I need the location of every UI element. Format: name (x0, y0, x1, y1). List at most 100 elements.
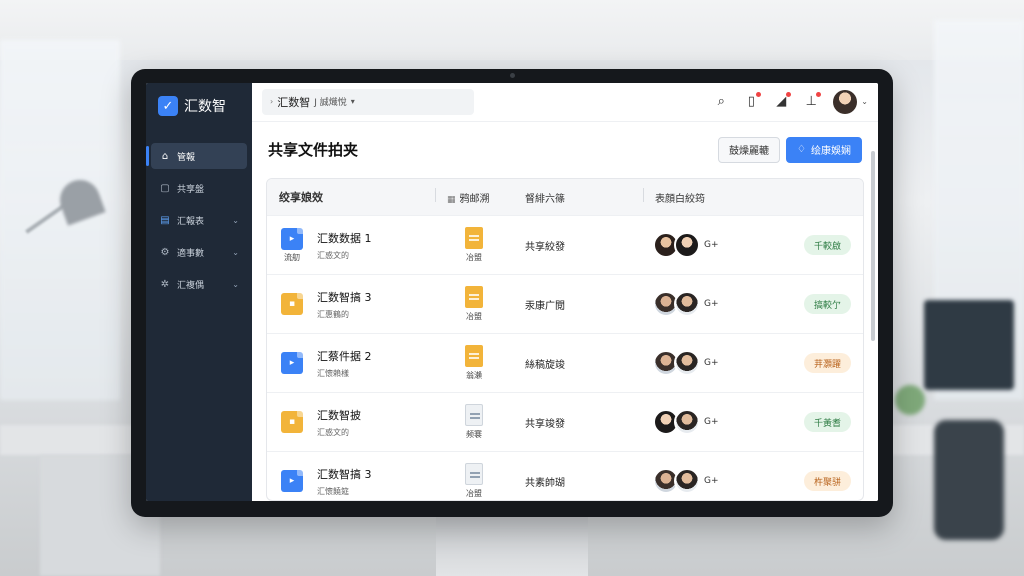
megaphone-icon[interactable]: ◢ (773, 92, 792, 109)
file-icon: ▪ (281, 411, 303, 434)
chevron-down-icon: ⌄ (232, 215, 239, 225)
file-name-cell: ▪ 汇数智搞 3 汇惠鶴的 (267, 289, 435, 320)
file-subtitle: 汇惑文的 (317, 250, 349, 260)
file-type: ▸ (279, 352, 305, 375)
owner-cell: 共享絞發 (525, 241, 565, 253)
file-name[interactable]: 汇蔡件据 2 (317, 348, 372, 364)
scrollbar[interactable] (871, 151, 875, 341)
file-names: 汇数智披 汇惑文的 (317, 407, 361, 438)
file-name[interactable]: 汇数数据 1 (317, 230, 372, 246)
column-header-owner[interactable]: 督緋六篠 (513, 190, 643, 205)
document-icon (465, 463, 483, 486)
more-members-icon[interactable]: G+ (704, 417, 719, 427)
file-icon: ▸ (281, 227, 303, 250)
monitor-stand (436, 517, 588, 576)
sidebar-item-label: 共享盤 (177, 184, 205, 195)
table-row[interactable]: ▸ 流舠 汇数数据 1 汇惑文的 冶盟 共享絞發 G+ 千較啟 (267, 215, 863, 274)
document-icon (465, 286, 483, 309)
member-avatar[interactable] (674, 409, 700, 436)
file-type-cell: 冶盟 (435, 286, 513, 322)
document-icon (465, 404, 483, 427)
file-subtitle: 汇惑文的 (317, 427, 349, 437)
file-name[interactable]: 汇数智披 (317, 407, 361, 423)
sidebar-item-label: 適事數 (177, 248, 205, 259)
file-type-cell: 冶盟 (435, 227, 513, 263)
owner-cell: 絲稿旋竣 (525, 359, 565, 371)
type-tag: 冶盟 (466, 489, 482, 499)
file-names: 汇蔡件据 2 汇懷賴樣 (317, 348, 372, 379)
secondary-action-button[interactable]: 鼓燥麗轆 (718, 136, 781, 163)
workspace-switcher[interactable]: › 汇数智 J 誠熾悅 ▾ (262, 88, 474, 115)
file-names: 汇数智搞 3 汇惠鶴的 (317, 289, 372, 320)
file-icon: ▪ (281, 293, 303, 316)
file-name-cell: ▸ 流舠 汇数数据 1 汇惑文的 (267, 227, 435, 263)
table-row[interactable]: ▪ 汇数智搞 3 汇惠鶴的 冶盟 汞康广閲 G+ 搞較亇 (267, 274, 863, 333)
file-name[interactable]: 汇数智搞 3 (317, 289, 372, 305)
file-type-cell: 冶盟 (435, 463, 513, 499)
brand[interactable]: ✓ 汇数智 (146, 91, 252, 121)
members-cell: G+ 千黃耆 (643, 409, 863, 436)
file-name-cell: ▸ 汇数智搞 3 汇懷饒筵 (267, 466, 435, 497)
owner-cell: 共享竣發 (525, 418, 565, 430)
more-members-icon[interactable]: G+ (704, 358, 719, 368)
column-header-members[interactable]: 表顔白絞筠 (643, 187, 863, 205)
topbar: › 汇数智 J 誠熾悅 ▾ ⌕ ▯ ◢ ⊥ ⌄ (252, 83, 878, 122)
notification-dot (816, 92, 822, 98)
owner-cell: 汞康广閲 (525, 300, 565, 312)
office-ceiling (0, 0, 1024, 60)
sidebar-item-shared[interactable]: ▢ 共享盤 (151, 175, 247, 201)
chevron-down-icon: ⌄ (232, 279, 239, 289)
file-type-cell: 翁瀨 (435, 345, 513, 381)
brand-logo-icon: ✓ (158, 96, 178, 116)
bell-icon[interactable]: ⊥ (803, 92, 822, 109)
column-header-name[interactable]: 绞享娘效 (267, 189, 435, 205)
user-avatar[interactable] (833, 89, 858, 114)
sidebar-item-label: 汇複偶 (177, 280, 205, 291)
members-cell: G+ 茾灝躍 (643, 350, 863, 377)
sidebar-item-tasks[interactable]: ⚙ 適事數 ⌄ (151, 239, 247, 265)
sidebar-item-reports[interactable]: ▤ 汇報表 ⌄ (151, 207, 247, 233)
notification-dot (756, 92, 762, 98)
member-avatar[interactable] (674, 291, 700, 318)
workspace-name: 汇数智 (277, 95, 311, 109)
table-row[interactable]: ▸ 汇数智搞 3 汇懷饒筵 冶盟 共素帥瑚 G+ 杵聚骈 (267, 451, 863, 500)
workspace-subtitle: J 誠熾悅 (314, 98, 347, 109)
page-title: 共享文件拍夹 (268, 141, 359, 160)
more-members-icon[interactable]: G+ (704, 476, 719, 486)
file-icon: ▸ (281, 470, 303, 493)
member-avatar[interactable] (674, 232, 700, 259)
sidebar-item-label: 汇報表 (177, 216, 205, 227)
pin-icon: ♢ (797, 144, 806, 156)
primary-action-button[interactable]: ♢ 绘康娛娴 (786, 136, 862, 163)
member-avatar[interactable] (674, 468, 700, 495)
file-type-cell: 频褰 (435, 404, 513, 440)
file-type: ▪ (279, 293, 305, 316)
table-body: ▸ 流舠 汇数数据 1 汇惑文的 冶盟 共享絞發 G+ 千較啟 ▪ 汇数智搞 3 汇惠鶴的 冶盟 汞康广… (267, 215, 863, 500)
office-window-left (0, 40, 120, 400)
table-row[interactable]: ▪ 汇数智披 汇惑文的 频褰 共享竣發 G+ 千黃耆 (267, 392, 863, 451)
type-tag: 翁瀨 (466, 371, 482, 381)
column-header-type-label: 鸦邮溯 (459, 193, 490, 205)
column-header-type[interactable]: ▦ 鸦邮溯 (435, 187, 513, 205)
sidebar-item-settings[interactable]: ✲ 汇複偶 ⌄ (151, 271, 247, 297)
table-header: 绞享娘效 ▦ 鸦邮溯 督緋六篠 表顔白絞筠 (267, 179, 863, 216)
file-name[interactable]: 汇数智搞 3 (317, 466, 372, 482)
webcam (510, 73, 515, 78)
chevron-down-icon[interactable]: ⌄ (861, 97, 868, 106)
main-content: › 汇数智 J 誠熾悅 ▾ ⌕ ▯ ◢ ⊥ ⌄ 共享文件拍夹 鼓燥麗轆 ♢ 绘康… (252, 83, 878, 501)
sidebar-item-home[interactable]: ⌂ 管報 (146, 143, 247, 169)
sidebar: ✓ 汇数智 ⌂ 管報 ▢ 共享盤 ▤ 汇報表 ⌄ ⚙ 適事數 ⌄ ✲ 汇複偶 ⌄ (146, 83, 252, 501)
more-members-icon[interactable]: G+ (704, 299, 719, 309)
more-members-icon[interactable]: G+ (704, 240, 719, 250)
file-type: ▪ (279, 411, 305, 434)
page-header: 共享文件拍夹 鼓燥麗轆 ♢ 绘康娛娴 (252, 122, 878, 178)
table-row[interactable]: ▸ 汇蔡件据 2 汇懷賴樣 翁瀨 絲稿旋竣 G+ 茾灝躍 (267, 333, 863, 392)
file-type: ▸ 流舠 (279, 227, 305, 263)
member-avatar[interactable] (674, 350, 700, 377)
document-icon[interactable]: ▯ (743, 92, 762, 109)
file-type: ▸ (279, 470, 305, 493)
search-icon[interactable]: ⌕ (713, 94, 729, 109)
type-tag: 频褰 (466, 430, 482, 440)
file-tag: 流舠 (284, 252, 300, 262)
settings-icon: ✲ (160, 278, 170, 290)
